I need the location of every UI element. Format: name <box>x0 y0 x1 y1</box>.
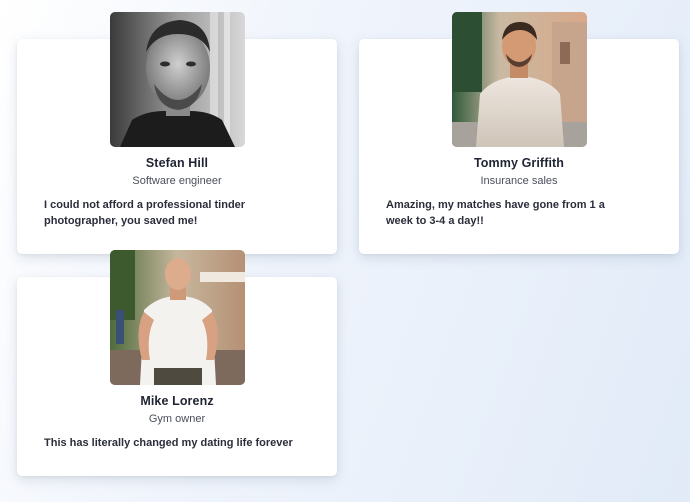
profile-photo <box>110 12 245 147</box>
profile-photo-street-portrait <box>452 12 587 147</box>
testimonial-quote: This has literally changed my dating lif… <box>44 437 293 449</box>
testimonial-card: Mike Lorenz Gym owner This has literally… <box>17 250 337 476</box>
testimonial-role: Insurance sales <box>480 175 558 187</box>
testimonial-name: Stefan Hill <box>145 156 209 170</box>
profile-photo <box>110 250 245 385</box>
testimonial-name: Tommy Griffith <box>473 156 565 170</box>
profile-photo-gym-portrait <box>110 250 245 385</box>
testimonial-card: Stefan Hill Software engineer I could no… <box>17 12 337 254</box>
profile-photo-bw-portrait <box>110 12 245 147</box>
testimonial-quote: I could not afford a professional tinder… <box>44 199 246 227</box>
testimonial-card: Tommy Griffith Insurance sales Amazing, … <box>359 12 679 254</box>
testimonial-role: Gym owner <box>148 413 206 425</box>
testimonial-role: Software engineer <box>132 175 222 187</box>
testimonial-quote: Amazing, my matches have gone from 1 a w… <box>386 199 605 227</box>
testimonial-name: Mike Lorenz <box>140 394 214 408</box>
profile-photo <box>452 12 587 147</box>
